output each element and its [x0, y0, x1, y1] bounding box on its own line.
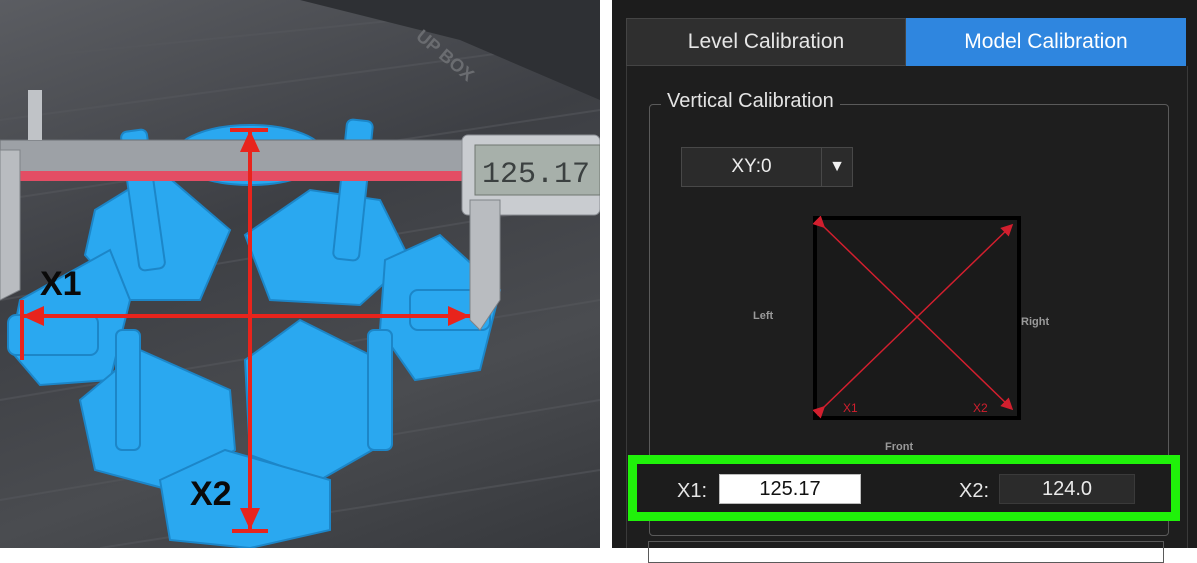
- tab-model-calibration[interactable]: Model Calibration: [906, 18, 1186, 66]
- x2-input[interactable]: [999, 474, 1135, 504]
- axis-select-value: XY:0: [731, 156, 772, 177]
- calibration-diagram: X1 X2: [813, 216, 1021, 420]
- photo-illustration: UP BOX 125.17: [0, 0, 600, 548]
- axis-select[interactable]: XY:0 ▼: [681, 147, 853, 187]
- tab-bar: Level Calibration Model Calibration: [626, 18, 1186, 66]
- calibration-window: Level Calibration Model Calibration Vert…: [612, 0, 1197, 563]
- calibration-photo: UP BOX 125.17 X1 X2: [0, 0, 600, 548]
- photo-label-x1: X1: [40, 265, 82, 303]
- diagram-tag-x1: X1: [843, 401, 858, 415]
- right-label: Right: [1021, 316, 1050, 328]
- printed-part: [7, 118, 502, 548]
- diagram-tag-x2: X2: [973, 401, 988, 415]
- caliper-reading: 125.17: [482, 158, 590, 192]
- x1-label: X1:: [677, 480, 708, 502]
- dropdown-arrow-icon[interactable]: ▼: [821, 148, 852, 186]
- photo-label-x2: X2: [190, 475, 232, 513]
- measurement-row: X1: X2:: [628, 455, 1180, 521]
- x2-label: X2:: [959, 480, 990, 502]
- tab-level-calibration[interactable]: Level Calibration: [626, 18, 906, 66]
- x1-input[interactable]: [719, 474, 861, 504]
- group-title: Vertical Calibration: [661, 90, 840, 113]
- bottom-group-edge: [648, 541, 1164, 563]
- left-label: Left: [753, 310, 774, 322]
- front-label: Front: [885, 441, 914, 453]
